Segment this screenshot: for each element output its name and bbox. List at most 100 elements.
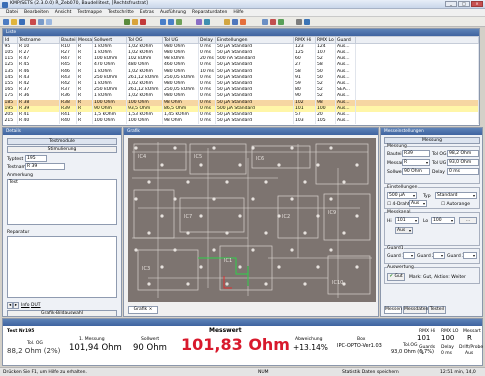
menu-ansicht[interactable]: Ansicht [55, 10, 72, 15]
close-button[interactable]: × [471, 1, 483, 7]
paste-icon[interactable] [46, 19, 52, 25]
tab-messen[interactable]: Messen [384, 306, 402, 314]
refresh-icon[interactable] [176, 19, 182, 25]
menu-testmappe[interactable]: Testmappe [77, 10, 101, 15]
hi-select[interactable]: 101 [395, 217, 419, 224]
messung1-value: 101,94 Ohm [69, 343, 122, 353]
new-icon[interactable] [3, 19, 9, 25]
menu-extras[interactable]: Extras [140, 10, 154, 15]
board-pad [212, 197, 216, 201]
menu-bearbeiten[interactable]: Bearbeiten [24, 10, 49, 15]
tab-grafik[interactable]: Grafik × [128, 306, 158, 314]
board-pad [290, 248, 294, 252]
tab-testmodule[interactable]: Testmodule [7, 138, 117, 145]
menu-ausfuehrung[interactable]: Ausführung [160, 10, 186, 15]
delay-field[interactable]: 0 ms [447, 168, 479, 175]
board-pad [225, 231, 229, 235]
table-cell-spacer [355, 118, 479, 125]
cut-icon[interactable] [30, 19, 36, 25]
typ-select[interactable]: Standard [435, 192, 477, 199]
col-rmx-hi[interactable]: RMX Hi [293, 36, 316, 44]
graphic-icon[interactable] [196, 19, 202, 25]
tab-stimulierung[interactable]: Stimulierung [7, 146, 117, 153]
zoom-in-icon[interactable] [160, 19, 166, 25]
messart-bottom-value: R [467, 334, 472, 342]
tab-dut[interactable]: DUT [31, 303, 41, 308]
delay-bottom-label: Delay [441, 345, 454, 350]
4draht-select[interactable]: Aus [409, 200, 427, 207]
guard-group-label: Guard1 [387, 246, 404, 251]
tab-info[interactable]: Info [21, 303, 30, 308]
check-icon[interactable] [278, 19, 284, 25]
reparatur-field[interactable] [7, 236, 117, 298]
board-pad [251, 248, 255, 252]
tab-messdaten[interactable]: Messdaten [403, 306, 428, 314]
menu-reparaturdaten[interactable]: Reparaturdaten [192, 10, 227, 15]
sollwert-field[interactable]: 90 Ohm [402, 168, 430, 175]
check-4draht[interactable]: ☐ 4-Draht [387, 202, 410, 207]
col-bauteil[interactable]: Bauteil [59, 36, 77, 44]
col-sollwert[interactable]: Sollwert [92, 36, 127, 44]
stop-icon[interactable] [140, 19, 146, 25]
help-icon[interactable] [304, 19, 310, 25]
minimize-button[interactable]: _ [445, 1, 457, 7]
board-pad [134, 197, 138, 201]
col-rmx-lo[interactable]: RMX Lo [315, 36, 336, 44]
typtest-field[interactable]: 195 [25, 155, 47, 162]
guard3-select[interactable] [463, 252, 477, 259]
tol-og-field[interactable]: 98,2 Ohm [447, 150, 479, 157]
testname-field[interactable]: R 39 [25, 163, 65, 170]
tab-testeil[interactable]: Testeil [428, 306, 446, 314]
col-einstellungen[interactable]: Einstellungen [215, 36, 294, 44]
gut-button[interactable]: ✔ Gut [387, 273, 405, 281]
tab-grafik-bildauswahl[interactable]: Grafik-Bildauswahl [7, 310, 117, 317]
copy-icon[interactable] [38, 19, 44, 25]
tol-ug-field[interactable]: 93,0 Ohm [447, 159, 479, 166]
col-tol-ug[interactable]: Tol UG [162, 36, 199, 44]
print-icon[interactable] [296, 19, 302, 25]
messung-group-label: Messung [387, 144, 407, 149]
delay-label: Delay [432, 170, 445, 175]
maximize-button[interactable]: □ [458, 1, 470, 7]
col-delay[interactable]: Delay [198, 36, 216, 44]
board-pad [238, 163, 242, 167]
einstellungen-select[interactable]: 500 µA [387, 192, 417, 199]
messkanal-button[interactable]: … [459, 217, 477, 224]
folder-icon[interactable] [224, 19, 230, 25]
settings-icon[interactable] [262, 19, 268, 25]
col-guard[interactable]: Guard [335, 36, 356, 44]
guard2-select[interactable] [433, 252, 445, 259]
lo-select[interactable]: 100 [431, 217, 455, 224]
guard1-select[interactable] [403, 252, 415, 259]
board-pad [277, 214, 281, 218]
sollwert-bottom-value: 90 Ohm [133, 343, 167, 353]
messkanal-aux-select[interactable]: Aus [395, 227, 413, 234]
check-autorange[interactable]: ☐ Autorange [441, 202, 470, 207]
col-messart[interactable]: Messart [76, 36, 93, 44]
board-label-ic2: IC2 [282, 214, 290, 220]
bauteil-field[interactable]: R39 [402, 150, 430, 157]
col-id[interactable]: Id [3, 36, 18, 44]
nav-next-button[interactable]: ▸ [13, 302, 19, 309]
step-icon[interactable] [132, 19, 138, 25]
anmerkung-field[interactable]: Test [7, 179, 117, 225]
col-tol-og[interactable]: Tol OG [126, 36, 163, 44]
menu-datei[interactable]: Datei [6, 10, 18, 15]
menu-testschritte[interactable]: Testschritte [108, 10, 134, 15]
col-testname[interactable]: Testname [17, 36, 60, 44]
record-icon[interactable] [270, 19, 276, 25]
messart-select[interactable]: R [402, 159, 430, 166]
zoom-out-icon[interactable] [168, 19, 174, 25]
open-icon[interactable] [11, 19, 17, 25]
pcb-board-view[interactable]: IC4 IC5 IC6 IC7 IC2 IC9 IC3 IC1 IC10 [128, 138, 376, 302]
guards-label: Guards [419, 345, 436, 350]
tab-messung[interactable]: Messung [384, 137, 480, 144]
database-icon[interactable] [232, 19, 238, 25]
warning-icon[interactable] [240, 19, 246, 25]
chart-icon[interactable] [204, 19, 210, 25]
save-icon[interactable] [19, 19, 25, 25]
table-row[interactable]: 215 R 40 R40 R 100 Ohm 100 Ohm 98 Ohm 0 ms 50 µA… [3, 118, 479, 125]
menu-hilfe[interactable]: Hilfe [233, 10, 243, 15]
run-icon[interactable] [124, 19, 130, 25]
table-cell: 215 [3, 118, 18, 125]
